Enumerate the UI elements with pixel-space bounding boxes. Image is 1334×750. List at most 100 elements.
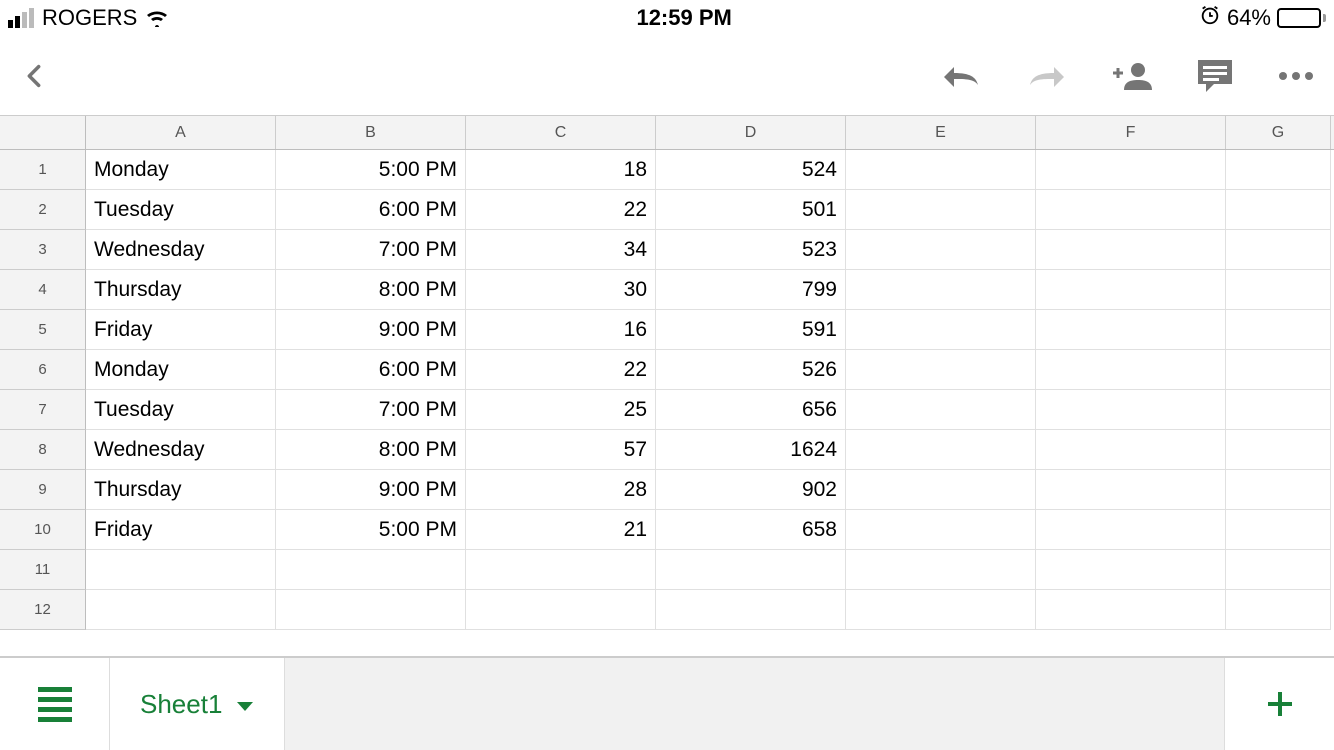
column-header-f[interactable]: F: [1036, 116, 1226, 149]
column-header-b[interactable]: B: [276, 116, 466, 149]
cell[interactable]: [846, 310, 1036, 350]
cell[interactable]: Monday: [86, 350, 276, 390]
cell[interactable]: 501: [656, 190, 846, 230]
cell[interactable]: [846, 390, 1036, 430]
row-header[interactable]: 9: [0, 470, 86, 510]
cell[interactable]: [1226, 310, 1331, 350]
cell[interactable]: [276, 550, 466, 590]
cell[interactable]: [1226, 510, 1331, 550]
cell[interactable]: [1226, 590, 1331, 630]
cell[interactable]: [1036, 230, 1226, 270]
cell[interactable]: 6:00 PM: [276, 350, 466, 390]
cell[interactable]: [1036, 430, 1226, 470]
cell[interactable]: [86, 550, 276, 590]
cell[interactable]: Wednesday: [86, 430, 276, 470]
row-header[interactable]: 5: [0, 310, 86, 350]
cell[interactable]: Friday: [86, 310, 276, 350]
cell[interactable]: 591: [656, 310, 846, 350]
spreadsheet-grid[interactable]: A B C D E F G 1Monday5:00 PM185242Tuesda…: [0, 116, 1334, 630]
cell[interactable]: [1036, 390, 1226, 430]
cell[interactable]: 22: [466, 190, 656, 230]
cell[interactable]: [1226, 430, 1331, 470]
cell[interactable]: 9:00 PM: [276, 470, 466, 510]
sheet-tab-active[interactable]: Sheet1: [110, 658, 285, 750]
cell[interactable]: 28: [466, 470, 656, 510]
cell[interactable]: 5:00 PM: [276, 510, 466, 550]
row-header[interactable]: 3: [0, 230, 86, 270]
cell[interactable]: [846, 470, 1036, 510]
row-header[interactable]: 10: [0, 510, 86, 550]
row-header[interactable]: 8: [0, 430, 86, 470]
cell[interactable]: [1226, 550, 1331, 590]
cell[interactable]: [656, 590, 846, 630]
cell[interactable]: 34: [466, 230, 656, 270]
cell[interactable]: 8:00 PM: [276, 430, 466, 470]
cell[interactable]: [1036, 350, 1226, 390]
cell[interactable]: 57: [466, 430, 656, 470]
cell[interactable]: [1036, 470, 1226, 510]
column-header-g[interactable]: G: [1226, 116, 1331, 149]
cell[interactable]: [656, 550, 846, 590]
column-header-d[interactable]: D: [656, 116, 846, 149]
cell[interactable]: [1226, 390, 1331, 430]
cell[interactable]: [1226, 190, 1331, 230]
cell[interactable]: 8:00 PM: [276, 270, 466, 310]
cell[interactable]: [846, 550, 1036, 590]
cell[interactable]: [846, 190, 1036, 230]
cell[interactable]: 658: [656, 510, 846, 550]
cell[interactable]: Thursday: [86, 470, 276, 510]
row-header[interactable]: 2: [0, 190, 86, 230]
cell[interactable]: [466, 590, 656, 630]
cell[interactable]: [1036, 310, 1226, 350]
cell[interactable]: [846, 270, 1036, 310]
column-header-e[interactable]: E: [846, 116, 1036, 149]
cell[interactable]: 7:00 PM: [276, 230, 466, 270]
redo-button[interactable]: [1026, 63, 1068, 89]
row-header[interactable]: 6: [0, 350, 86, 390]
cell[interactable]: [1226, 230, 1331, 270]
cell[interactable]: [86, 590, 276, 630]
cell[interactable]: 902: [656, 470, 846, 510]
sheet-tab-strip[interactable]: [285, 658, 1224, 750]
cell[interactable]: [846, 150, 1036, 190]
cell[interactable]: 30: [466, 270, 656, 310]
cell[interactable]: [846, 430, 1036, 470]
add-sheet-button[interactable]: [1224, 658, 1334, 750]
cell[interactable]: 1624: [656, 430, 846, 470]
cell[interactable]: Thursday: [86, 270, 276, 310]
add-person-button[interactable]: [1112, 60, 1152, 92]
cell[interactable]: 9:00 PM: [276, 310, 466, 350]
cell[interactable]: [466, 550, 656, 590]
cell[interactable]: 6:00 PM: [276, 190, 466, 230]
cell[interactable]: [1036, 270, 1226, 310]
cell[interactable]: Wednesday: [86, 230, 276, 270]
cell[interactable]: [1036, 190, 1226, 230]
cell[interactable]: [846, 590, 1036, 630]
cell[interactable]: [846, 350, 1036, 390]
row-header[interactable]: 11: [0, 550, 86, 590]
cell[interactable]: [1036, 150, 1226, 190]
back-button[interactable]: [20, 56, 48, 96]
cell[interactable]: [1226, 470, 1331, 510]
undo-button[interactable]: [940, 63, 982, 89]
cell[interactable]: 524: [656, 150, 846, 190]
cell[interactable]: Tuesday: [86, 190, 276, 230]
row-header[interactable]: 1: [0, 150, 86, 190]
cell[interactable]: [276, 590, 466, 630]
cell[interactable]: 21: [466, 510, 656, 550]
cell[interactable]: [1036, 590, 1226, 630]
cell[interactable]: 18: [466, 150, 656, 190]
more-button[interactable]: [1278, 71, 1314, 81]
cell[interactable]: [1226, 350, 1331, 390]
cell[interactable]: 25: [466, 390, 656, 430]
cell[interactable]: Monday: [86, 150, 276, 190]
cell[interactable]: 22: [466, 350, 656, 390]
cell[interactable]: [846, 230, 1036, 270]
cell[interactable]: [1226, 150, 1331, 190]
column-header-c[interactable]: C: [466, 116, 656, 149]
cell[interactable]: [846, 510, 1036, 550]
cell[interactable]: 656: [656, 390, 846, 430]
cell[interactable]: 523: [656, 230, 846, 270]
column-header-a[interactable]: A: [86, 116, 276, 149]
cell[interactable]: Tuesday: [86, 390, 276, 430]
